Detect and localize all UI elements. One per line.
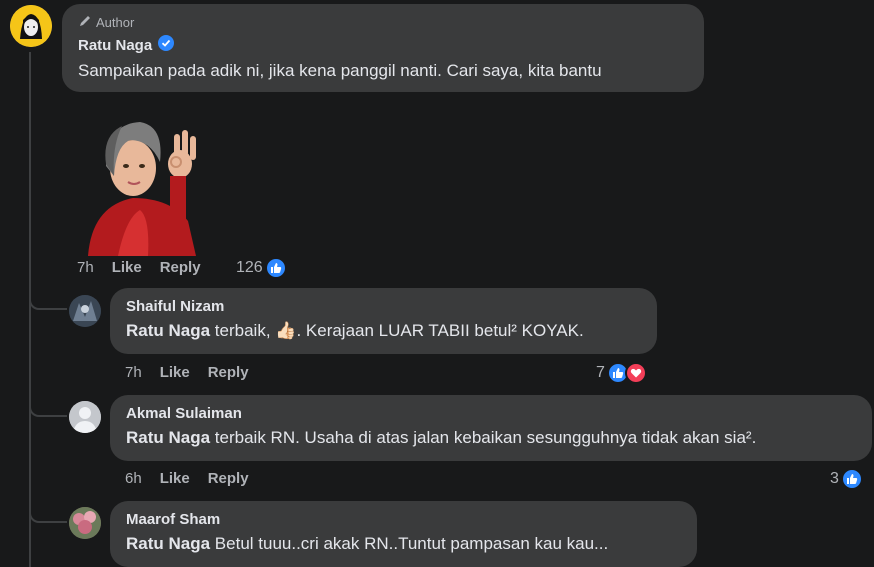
comment-time[interactable]: 7h	[77, 259, 94, 276]
verified-badge-icon	[158, 35, 175, 55]
reply-button[interactable]: Reply	[208, 470, 249, 487]
sticker-image[interactable]	[78, 106, 208, 256]
thread-connector	[29, 509, 67, 523]
like-button[interactable]: Like	[160, 470, 190, 487]
thread-connector	[29, 296, 67, 310]
love-reaction-icon	[624, 362, 647, 384]
comment-bubble: Shaiful Nizam Ratu Naga terbaik, 👍🏻. Ker…	[110, 288, 657, 354]
avatar[interactable]	[69, 295, 101, 327]
reaction-count: 3	[830, 470, 839, 487]
comment-text: Ratu Naga Betul tuuu..cri akak RN..Tuntu…	[126, 534, 681, 554]
comment-bubble: Akmal Sulaiman Ratu Naga terbaik RN. Usa…	[110, 395, 872, 461]
comment-text: Sampaikan pada adik ni, jika kena panggi…	[78, 61, 602, 80]
avatar[interactable]	[69, 507, 101, 539]
comment-time[interactable]: 7h	[125, 364, 142, 381]
reply-button[interactable]: Reply	[160, 259, 201, 276]
reaction-count: 126	[236, 259, 263, 276]
reaction-summary[interactable]: 126	[236, 257, 287, 279]
pencil-icon	[78, 14, 92, 31]
reaction-count: 7	[596, 364, 605, 381]
comment-bubble: Maarof Sham Ratu Naga Betul tuuu..cri ak…	[110, 501, 697, 567]
comment-bubble: Author Ratu Naga Sampaikan pada adik ni,…	[62, 4, 704, 92]
avatar[interactable]	[10, 5, 52, 47]
commenter-name[interactable]: Akmal Sulaiman	[126, 405, 242, 422]
like-reaction-icon	[264, 257, 287, 279]
commenter-name[interactable]: Shaiful Nizam	[126, 298, 224, 315]
avatar[interactable]	[69, 401, 101, 433]
commenter-name[interactable]: Maarof Sham	[126, 511, 220, 528]
mention-link[interactable]: Ratu Naga	[126, 321, 210, 340]
comment-text-part: terbaik RN. Usaha di atas jalan kebaikan…	[210, 428, 757, 447]
author-badge-label: Author	[96, 15, 135, 30]
like-button[interactable]: Like	[160, 364, 190, 381]
comment-time[interactable]: 6h	[125, 470, 142, 487]
author-badge: Author	[78, 14, 688, 31]
comment-text-part: . Kerajaan LUAR TABII betul² KOYAK.	[296, 321, 584, 340]
reaction-summary[interactable]: 3	[830, 468, 863, 490]
default-avatar-icon	[69, 401, 101, 433]
comment-text: Ratu Naga terbaik RN. Usaha di atas jala…	[126, 428, 856, 448]
reaction-summary[interactable]: 7	[596, 362, 647, 384]
comment-text-part: terbaik,	[210, 321, 276, 340]
comment-text-part: Betul tuuu..cri akak RN..Tuntut pampasan…	[210, 534, 609, 553]
thumbs-up-emoji: 👍🏻	[275, 321, 297, 340]
like-button[interactable]: Like	[112, 259, 142, 276]
commenter-name[interactable]: Ratu Naga	[78, 37, 152, 54]
mention-link[interactable]: Ratu Naga	[126, 534, 210, 553]
reply-button[interactable]: Reply	[208, 364, 249, 381]
comment-text: Ratu Naga terbaik, 👍🏻. Kerajaan LUAR TAB…	[126, 321, 641, 341]
thread-line	[29, 52, 31, 567]
like-reaction-icon	[840, 468, 863, 490]
thread-connector	[29, 403, 67, 417]
mention-link[interactable]: Ratu Naga	[126, 428, 210, 447]
profile-picture	[10, 5, 52, 47]
